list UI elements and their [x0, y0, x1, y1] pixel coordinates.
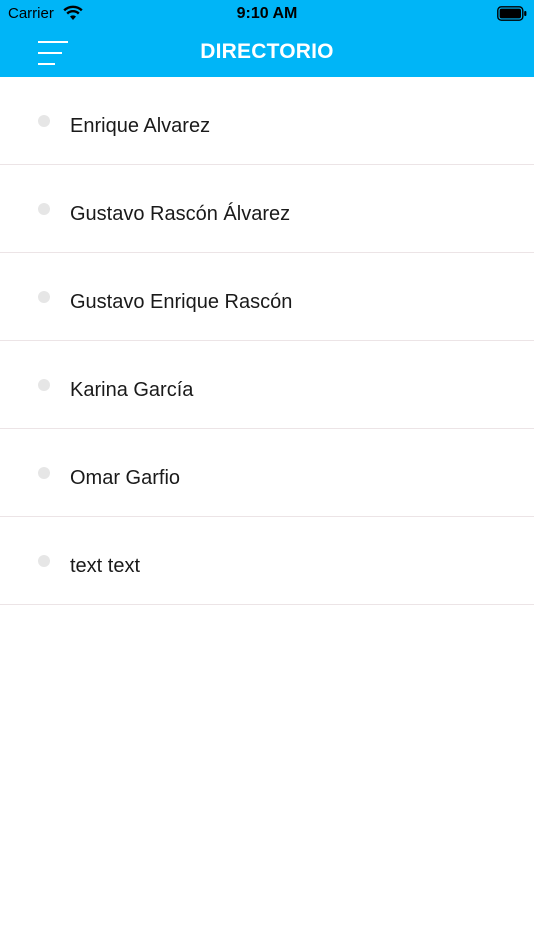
contact-list: Enrique Alvarez Gustavo Rascón Álvarez G… [0, 77, 534, 605]
bullet-icon [38, 115, 50, 127]
list-item[interactable]: Karina García [0, 341, 534, 429]
bullet-icon [38, 291, 50, 303]
list-item[interactable]: text text [0, 517, 534, 605]
list-item[interactable]: Omar Garfio [0, 429, 534, 517]
battery-icon [497, 6, 527, 21]
contact-name: Enrique Alvarez [70, 115, 211, 137]
contact-name: Karina García [70, 379, 194, 401]
status-time: 9:10 AM [236, 5, 298, 22]
app-header: Carrier 9:10 AM DIRECTORIO [0, 0, 534, 77]
page-title: DIRECTORIO [200, 40, 334, 63]
app-screen: Carrier 9:10 AM DIRECTORIO Enrique Alvar… [0, 0, 534, 950]
status-bar: Carrier 9:10 AM [0, 0, 534, 28]
bullet-icon [38, 467, 50, 479]
contact-name: Gustavo Enrique Rascón [70, 291, 293, 313]
contact-name: text text [70, 555, 141, 577]
contact-name: Omar Garfio [70, 467, 181, 489]
list-item[interactable]: Enrique Alvarez [0, 77, 534, 165]
bullet-icon [38, 379, 50, 391]
list-item[interactable]: Gustavo Enrique Rascón [0, 253, 534, 341]
bullet-icon [38, 555, 50, 567]
contact-name: Gustavo Rascón Álvarez [70, 203, 291, 225]
navigation-bar: DIRECTORIO [0, 28, 534, 77]
bullet-icon [38, 203, 50, 215]
list-item[interactable]: Gustavo Rascón Álvarez [0, 165, 534, 253]
